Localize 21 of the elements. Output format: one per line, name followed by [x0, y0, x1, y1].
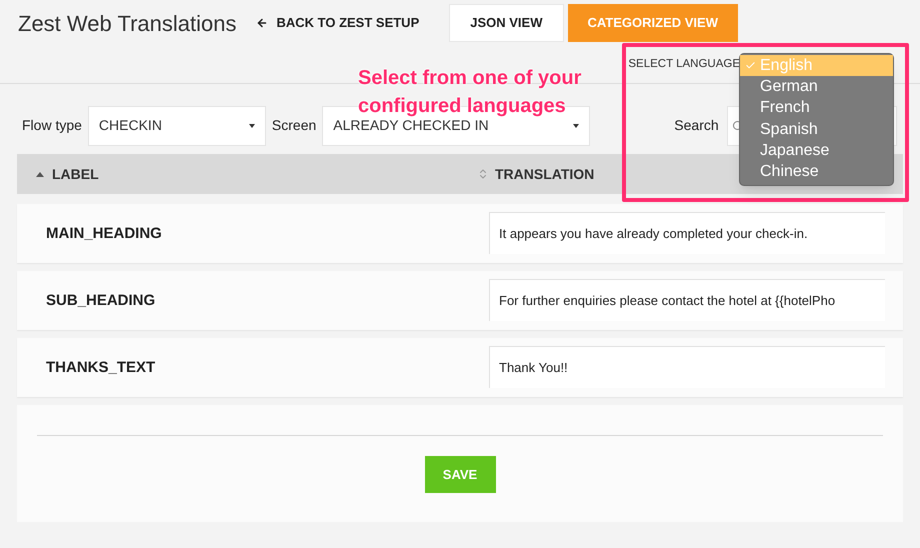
language-option[interactable]: German	[740, 76, 893, 98]
row-label: THANKS_TEXT	[46, 358, 156, 378]
language-option[interactable]: Chinese	[740, 161, 893, 183]
language-option[interactable]: Spanish	[740, 118, 893, 140]
row-label: SUB_HEADING	[46, 291, 156, 311]
translation-field[interactable]: Thank You!!	[489, 346, 885, 388]
row-label: MAIN_HEADING	[46, 224, 163, 244]
language-option[interactable]: French	[740, 98, 893, 119]
view-tab[interactable]: JSON VIEW	[449, 4, 564, 42]
search-label: Search	[674, 116, 719, 135]
flow-type-select[interactable]: CHECKIN	[88, 106, 266, 146]
flow-type-label: Flow type	[22, 116, 82, 135]
language-label: SELECT LANGUAGE	[628, 56, 740, 72]
back-link[interactable]: BACK TO ZEST SETUP	[256, 13, 420, 33]
column-header[interactable]: LABEL	[52, 164, 99, 184]
language-option[interactable]: Japanese	[740, 140, 893, 162]
screen-label: Screen	[272, 116, 316, 135]
column-header[interactable]: TRANSLATION	[495, 164, 594, 184]
translation-field[interactable]: It appears you have already completed your check-in.	[489, 212, 885, 254]
page-title: Zest Web Translations	[18, 10, 236, 38]
translation-field[interactable]: For further enquiries please contact the hotel at {{hotelPho	[489, 279, 885, 321]
